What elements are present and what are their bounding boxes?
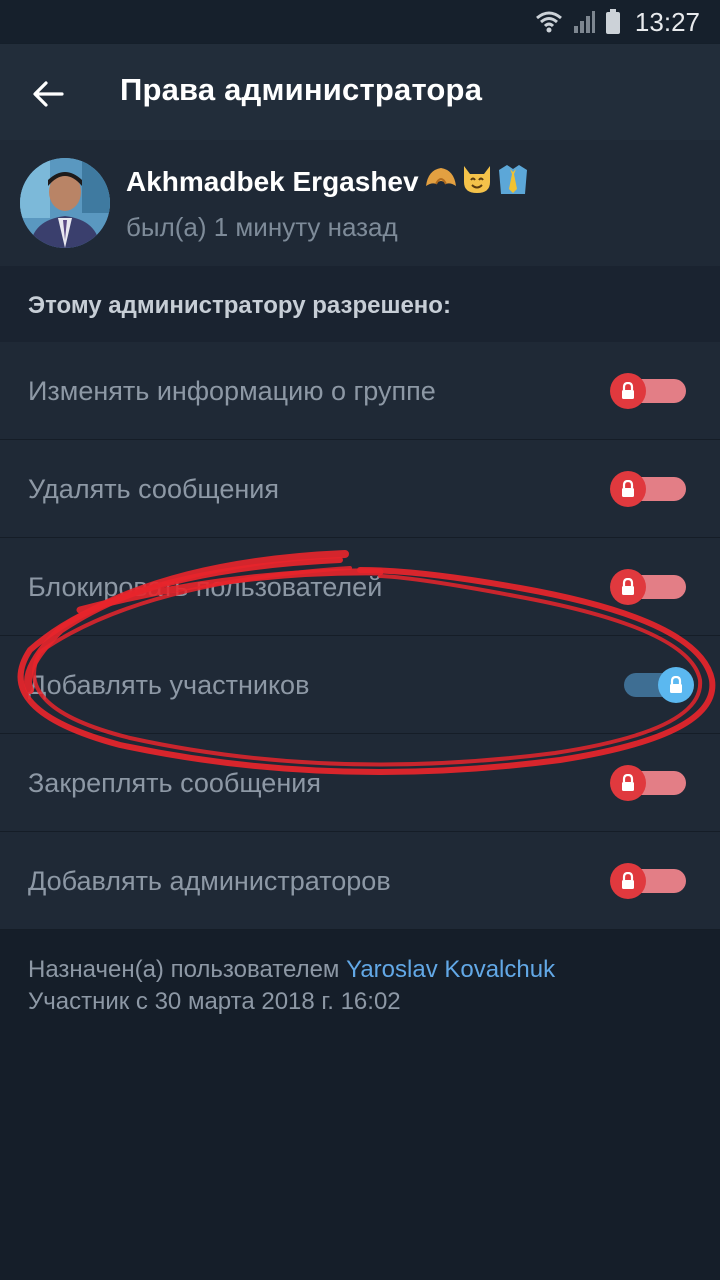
permission-row-add-admins[interactable]: Добавлять администраторов xyxy=(0,832,720,930)
assigned-prefix: Назначен(а) пользователем xyxy=(28,956,347,983)
permission-toggle[interactable] xyxy=(610,863,686,899)
lock-icon xyxy=(610,471,646,507)
permission-toggle[interactable] xyxy=(610,471,686,507)
app-bar: Права администратора xyxy=(0,44,720,140)
permission-row-delete-messages[interactable]: Удалять сообщения xyxy=(0,440,720,538)
lock-icon xyxy=(610,569,646,605)
croissant-emoji xyxy=(426,168,456,186)
assigned-by-text: Назначен(а) пользователем Yaroslav Koval… xyxy=(28,956,555,984)
permission-row-ban-users[interactable]: Блокировать пользователей xyxy=(0,538,720,636)
profile-last-seen: был(а) 1 минуту назад xyxy=(126,212,398,242)
profile-emoji xyxy=(424,162,530,196)
profile-name: Akhmadbek Ergashev xyxy=(126,166,419,197)
permission-label: Блокировать пользователей xyxy=(28,572,383,602)
lock-icon xyxy=(610,765,646,801)
member-since-text: Участник с 30 марта 2018 г. 16:02 xyxy=(28,988,401,1015)
permission-toggle[interactable] xyxy=(610,765,686,801)
page-title: Права администратора xyxy=(120,72,483,107)
permission-toggle[interactable] xyxy=(624,667,694,703)
permission-row-pin-messages[interactable]: Закреплять сообщения xyxy=(0,734,720,832)
permission-toggle[interactable] xyxy=(610,569,686,605)
wifi-icon xyxy=(535,11,562,33)
lock-icon xyxy=(610,863,646,899)
permission-label: Закреплять сообщения xyxy=(28,768,321,798)
lock-icon xyxy=(610,373,646,409)
arrow-left-icon xyxy=(33,81,64,107)
admin-footer: Назначен(а) пользователем Yaroslav Koval… xyxy=(0,930,720,1280)
battery-icon xyxy=(605,9,620,34)
permission-toggle[interactable] xyxy=(610,373,686,409)
lock-icon xyxy=(658,667,694,703)
status-bar: 13:27 xyxy=(0,0,720,44)
permission-label: Удалять сообщения xyxy=(28,474,279,504)
admin-profile: Akhmadbek Ergashev был(а) 1 минуту назад xyxy=(0,140,720,267)
permission-label: Изменять информацию о группе xyxy=(28,376,436,406)
permission-label: Добавлять администраторов xyxy=(28,866,391,896)
permissions-list: Изменять информацию о группе Удалять соо… xyxy=(0,342,720,930)
cat-emoji xyxy=(464,166,490,193)
section-title: Этому администратору разрешено: xyxy=(28,292,451,319)
shirt-tie-emoji xyxy=(499,165,527,194)
signal-icon xyxy=(573,11,595,33)
avatar[interactable] xyxy=(20,158,110,248)
permission-row-change-info[interactable]: Изменять информацию о группе xyxy=(0,342,720,440)
assigned-by-link[interactable]: Yaroslav Kovalchuk xyxy=(346,956,555,983)
status-time: 13:27 xyxy=(634,6,700,37)
permission-row-add-members[interactable]: Добавлять участников xyxy=(0,636,720,734)
back-button[interactable] xyxy=(22,68,74,120)
section-header: Этому администратору разрешено: xyxy=(0,266,720,342)
permission-label: Добавлять участников xyxy=(28,670,310,700)
